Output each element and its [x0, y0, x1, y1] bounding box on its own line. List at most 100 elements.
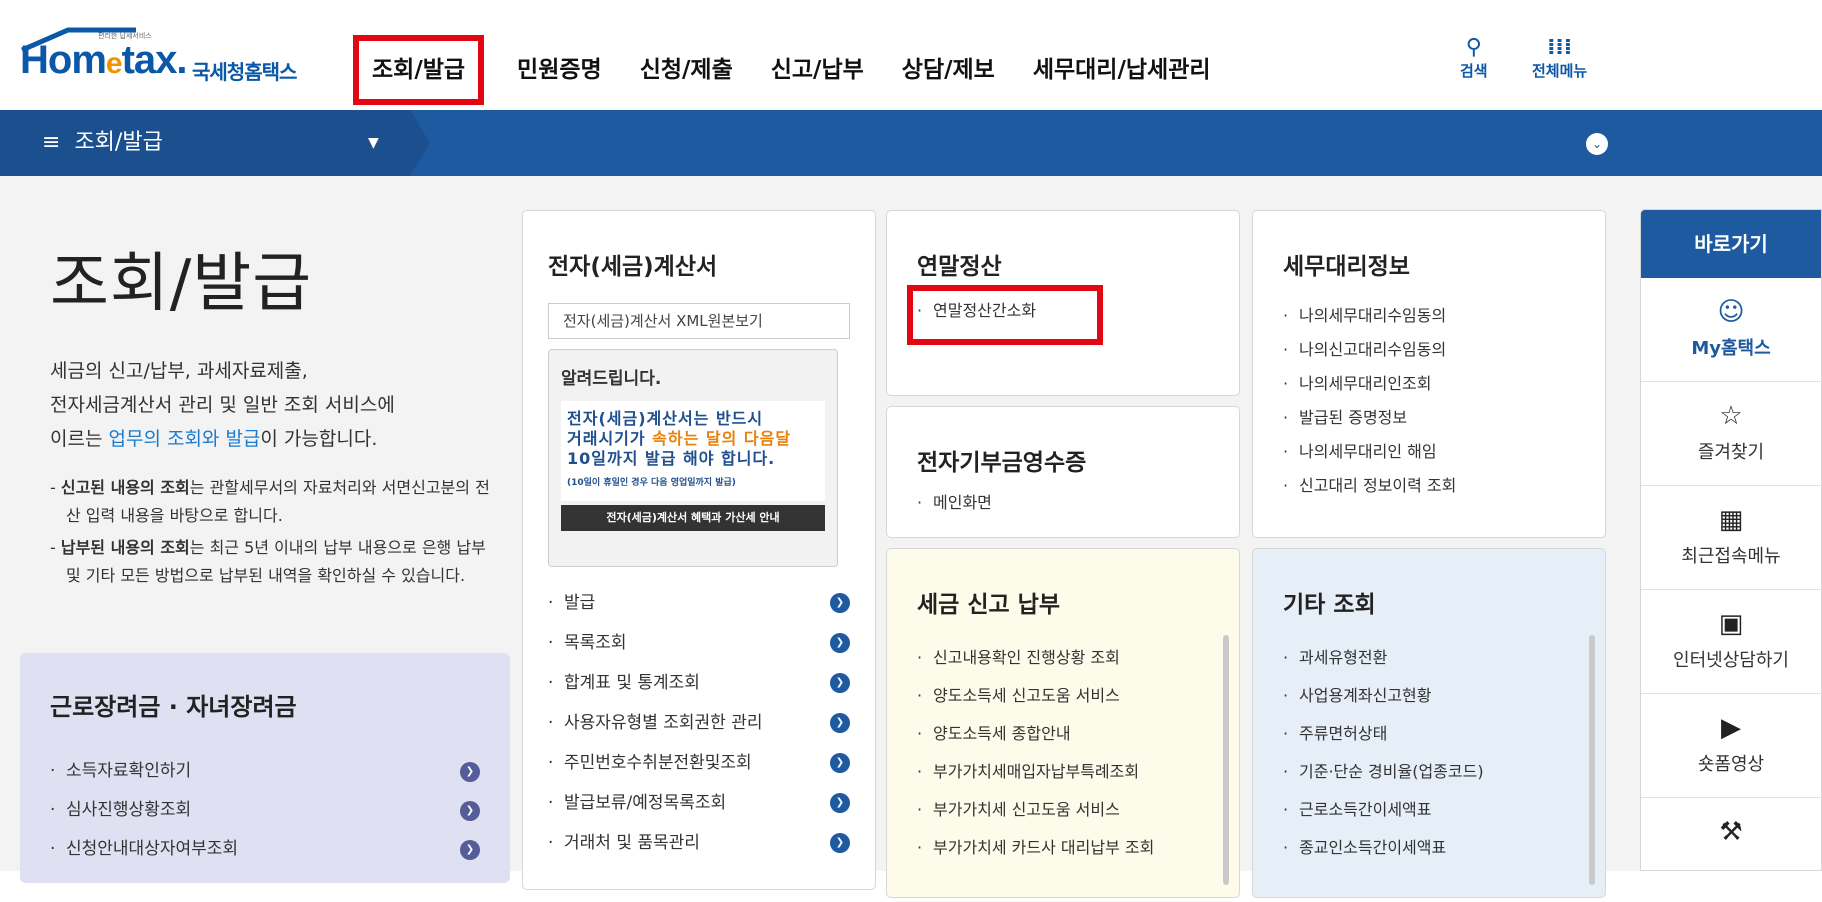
page-title: 조회/발급 — [50, 247, 313, 321]
agent-title: 세무대리정보 — [1283, 254, 1410, 280]
all-menu-button[interactable]: ⁞⁞⁞ 전체메뉴 — [1532, 36, 1587, 81]
yearend-title: 연말정산 — [917, 254, 1002, 280]
arrow-right-icon: ❯ — [830, 713, 850, 733]
etc-card: 기타 조회 과세유형전환 사업용계좌신고현황 주류면허상태 기준·단순 경비율(… — [1252, 548, 1606, 898]
notice-title: 알려드립니다. — [561, 369, 662, 389]
list-item[interactable]: 발급❯ — [548, 583, 850, 623]
top-header: 편리한 납세서비스 Hometax. 국세청홈택스 조회/발급 민원증명 신청/… — [0, 0, 1822, 110]
list-item[interactable]: 나의세무대리수임동의 — [1283, 299, 1575, 333]
quick-online-consult[interactable]: ▣ 인터넷상담하기 — [1641, 590, 1821, 694]
arrow-right-icon: ❯ — [460, 762, 480, 782]
list-item[interactable]: 나의세무대리인 해임 — [1283, 435, 1575, 469]
tab-arrow — [410, 110, 430, 176]
list-item[interactable]: 심사진행상황조회❯ — [50, 791, 480, 830]
star-icon: ☆ — [1719, 401, 1743, 431]
benefit-penalty-button[interactable]: 전자(세금)계산서 혜택과 가산세 안내 — [561, 505, 825, 531]
scrollbar[interactable] — [1223, 635, 1229, 885]
sub-menu-bar: ≡ 조회/발급 ▼ ⌄ — [0, 110, 1822, 176]
quick-my-hometax[interactable]: ☺ My홈택스 — [1641, 278, 1821, 382]
agent-card: 세무대리정보 나의세무대리수임동의 나의신고대리수임동의 나의세무대리인조회 발… — [1252, 210, 1606, 538]
nav-consult-report[interactable]: 상담/제보 — [902, 40, 995, 100]
list-item[interactable]: 양도소득세 종합안내 — [917, 715, 1209, 753]
list-item[interactable]: 종교인소득간이세액표 — [1283, 829, 1575, 867]
grid-menu-icon: ⁞⁞⁞ — [1547, 35, 1573, 60]
list-item[interactable]: 사용자유형별 조회권한 관리❯ — [548, 703, 850, 743]
quick-favorites[interactable]: ☆ 즐겨찾기 — [1641, 382, 1821, 486]
nav-civil-certificate[interactable]: 민원증명 — [517, 40, 602, 100]
donation-main-link[interactable]: 메인화면 — [917, 491, 1209, 515]
recent-menu-icon: ▦ — [1718, 505, 1744, 535]
current-menu-dropdown[interactable]: ≡ 조회/발급 — [0, 110, 410, 176]
quick-recent-menu[interactable]: ▦ 최근접속메뉴 — [1641, 486, 1821, 590]
quick-menu: 바로가기 ☺ My홈택스 ☆ 즐겨찾기 ▦ 최근접속메뉴 ▣ 인터넷상담하기 ▶… — [1640, 209, 1822, 871]
nav-tax-agent[interactable]: 세무대리/납세관리 — [1033, 40, 1211, 100]
list-item[interactable]: 부가가치세 신고도움 서비스 — [917, 791, 1209, 829]
list-item[interactable]: 합계표 및 통계조회❯ — [548, 663, 850, 703]
list-item[interactable]: 기준·단순 경비율(업종코드) — [1283, 753, 1575, 791]
list-item[interactable]: 신고내용확인 진행상황 조회 — [917, 639, 1209, 677]
einvoice-card: 전자(세금)계산서 전자(세금)계산서 XML원본보기 알려드립니다. 전자(세… — [522, 210, 876, 890]
highlight-box — [907, 285, 1103, 345]
list-item[interactable]: 발급된 증명정보 — [1283, 401, 1575, 435]
nav-application-submit[interactable]: 신청/제출 — [640, 40, 733, 100]
list-item[interactable]: 과세유형전환 — [1283, 639, 1575, 677]
nav-report-payment[interactable]: 신고/납부 — [771, 40, 864, 100]
user-icon: ☺ — [1717, 297, 1745, 327]
donation-card: 전자기부금영수증 메인화면 — [886, 406, 1240, 538]
intro-description: 세금의 신고/납부, 과세자료제출, 전자세금계산서 관리 및 일반 조회 서비… — [50, 360, 395, 450]
einvoice-list: 발급❯ 목록조회❯ 합계표 및 통계조회❯ 사용자유형별 조회권한 관리❯ 주민… — [548, 583, 850, 863]
main-content: 조회/발급 세금의 신고/납부, 과세자료제출, 전자세금계산서 관리 및 일반… — [0, 176, 1822, 898]
arrow-right-icon: ❯ — [460, 840, 480, 860]
intro-note-reported: - 신고된 내용의 조회는 관할세무서의 자료처리와 서면신고분의 전산 입력 … — [50, 478, 490, 525]
quick-menu-title: 바로가기 — [1641, 210, 1821, 278]
list-item[interactable]: 주류면허상태 — [1283, 715, 1575, 753]
taxreport-title: 세금 신고 납부 — [917, 592, 1060, 618]
taxreport-card: 세금 신고 납부 신고내용확인 진행상황 조회 양도소득세 신고도움 서비스 양… — [886, 548, 1240, 898]
einvoice-title: 전자(세금)계산서 — [548, 254, 718, 280]
list-item[interactable]: 나의세무대리인조회 — [1283, 367, 1575, 401]
arrow-right-icon: ❯ — [830, 633, 850, 653]
gavel-icon: ⚒ — [1719, 817, 1743, 847]
xml-view-button[interactable]: 전자(세금)계산서 XML원본보기 — [548, 303, 850, 339]
dropdown-caret-icon: ▼ — [368, 135, 379, 151]
list-item[interactable]: 부가가치세 카드사 대리납부 조회 — [917, 829, 1209, 867]
logo-korean-name: 국세청홈택스 — [192, 60, 297, 84]
scrollbar[interactable] — [1589, 635, 1595, 885]
list-item[interactable]: 소득자료확인하기❯ — [50, 752, 480, 791]
list-item[interactable]: 신청안내대상자여부조회❯ — [50, 830, 480, 869]
quick-more[interactable]: ⚒ — [1641, 798, 1821, 902]
play-icon: ▶ — [1721, 713, 1741, 743]
list-item[interactable]: 목록조회❯ — [548, 623, 850, 663]
donation-title: 전자기부금영수증 — [917, 450, 1087, 476]
hometax-logo[interactable]: 편리한 납세서비스 Hometax. 국세청홈택스 — [20, 26, 350, 96]
arrow-right-icon: ❯ — [830, 833, 850, 853]
laptop-chat-icon: ▣ — [1718, 609, 1744, 639]
intro-note-paid: - 납부된 내용의 조회는 최근 5년 이내의 납부 내용으로 은행 납부 및 … — [50, 538, 486, 585]
expand-circle-icon[interactable]: ⌄ — [1586, 133, 1608, 155]
reward-panel: 근로장려금 · 자녀장려금 소득자료확인하기❯ 심사진행상황조회❯ 신청안내대상… — [20, 653, 510, 883]
nav-inquiry-issue[interactable]: 조회/발급 — [352, 35, 485, 105]
notice-body: 전자(세금)계산서는 반드시 거래시기가 속하는 달의 다음달 10일까지 발급… — [561, 401, 825, 501]
arrow-right-icon: ❯ — [830, 593, 850, 613]
list-item[interactable]: 부가가치세매입자납부특례조회 — [917, 753, 1209, 791]
yearend-card: 연말정산 연말정산간소화 — [886, 210, 1240, 396]
list-item[interactable]: 사업용계좌신고현황 — [1283, 677, 1575, 715]
quick-shortform-video[interactable]: ▶ 숏폼영상 — [1641, 694, 1821, 798]
list-item[interactable]: 양도소득세 신고도움 서비스 — [917, 677, 1209, 715]
list-item[interactable]: 신고대리 정보이력 조회 — [1283, 469, 1575, 503]
list-item[interactable]: 발급보류/예정목록조회❯ — [548, 783, 850, 823]
list-item[interactable]: 주민번호수취분전환및조회❯ — [548, 743, 850, 783]
list-item[interactable]: 근로소득간이세액표 — [1283, 791, 1575, 829]
logo-wordmark: Hometax. — [20, 38, 188, 82]
intro-section: 조회/발급 세금의 신고/납부, 과세자료제출, 전자세금계산서 관리 및 일반… — [50, 232, 490, 590]
search-icon: ⚲ — [1465, 35, 1482, 60]
list-item[interactable]: 거래처 및 품목관리❯ — [548, 823, 850, 863]
arrow-right-icon: ❯ — [830, 753, 850, 773]
search-button[interactable]: ⚲ 검색 — [1460, 36, 1488, 81]
arrow-right-icon: ❯ — [460, 801, 480, 821]
list-item[interactable]: 나의신고대리수임동의 — [1283, 333, 1575, 367]
notice-box: 알려드립니다. 전자(세금)계산서는 반드시 거래시기가 속하는 달의 다음달 … — [548, 349, 838, 567]
arrow-right-icon: ❯ — [830, 793, 850, 813]
hamburger-icon: ≡ — [42, 130, 61, 155]
etc-title: 기타 조회 — [1283, 592, 1376, 618]
